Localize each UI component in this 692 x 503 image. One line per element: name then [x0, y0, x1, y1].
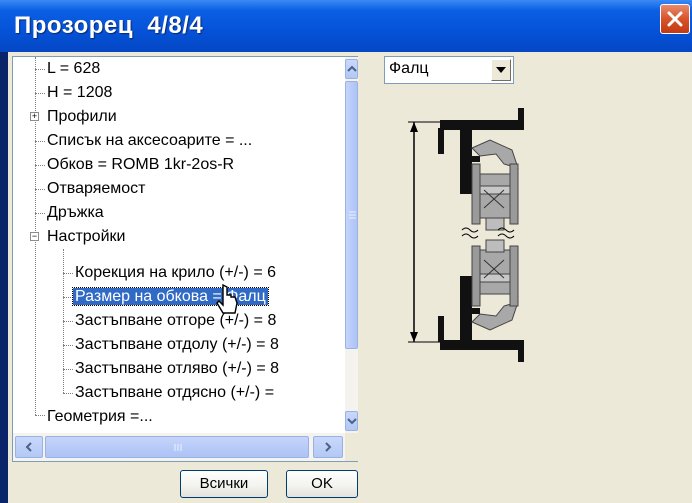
horizontal-scrollbar[interactable] — [13, 433, 345, 461]
grip-icon — [174, 444, 182, 451]
tree-item-label: Геометрия =... — [47, 408, 153, 425]
tree-item-label: Корекция на крило (+/-) = 6 — [75, 264, 277, 281]
tree-line — [35, 141, 45, 142]
tree-item-overlap-top[interactable]: Застъпване отгоре (+/-) = 8 — [73, 309, 278, 333]
tree-line — [63, 345, 73, 346]
ok-button[interactable]: OK — [286, 470, 358, 498]
close-x-icon — [667, 11, 683, 27]
dropdown-button[interactable] — [491, 59, 511, 81]
profile-cross-section — [400, 90, 540, 390]
tree-item-label: Застъпване отдолу (+/-) = 8 — [75, 336, 279, 353]
chevron-down-icon — [346, 418, 357, 425]
tree-line — [63, 297, 73, 298]
tree-item-label: Дръжка — [47, 204, 104, 221]
dialog-window: Прозорец 4/8/4 + − L = 628 H = 1208 Проф… — [0, 0, 692, 503]
tree-line — [35, 213, 45, 214]
dropdown-arrow-icon — [496, 67, 506, 73]
window-title: Прозорец 4/8/4 — [14, 12, 204, 39]
tree-item-geometry[interactable]: Геометрия =... — [45, 405, 155, 429]
tree-view[interactable]: + − L = 628 H = 1208 Профили Списък на а… — [12, 56, 358, 462]
collapse-settings-toggle[interactable]: − — [30, 232, 39, 241]
scroll-right-button[interactable] — [313, 436, 343, 458]
all-button[interactable]: Всички — [180, 470, 268, 498]
expand-profiles-toggle[interactable]: + — [30, 112, 39, 121]
tree-line — [63, 369, 73, 370]
scroll-down-button[interactable] — [345, 411, 358, 431]
tree-item-height[interactable]: H = 1208 — [45, 81, 114, 105]
tree-item-label: Обков = ROMB 1kr-2os-R — [47, 156, 235, 173]
tree-item-handle[interactable]: Дръжка — [45, 201, 106, 225]
tree-line — [63, 273, 73, 274]
tree-item-label: Застъпване отгоре (+/-) = 8 — [75, 312, 277, 329]
window-profile-drawing — [408, 108, 524, 362]
scroll-thumb-vertical[interactable] — [345, 81, 358, 349]
tree-line — [63, 393, 73, 394]
tree-item-settings[interactable]: Настройки — [45, 225, 127, 249]
tree-item-label: Профили — [47, 108, 117, 125]
tree-item-label: H = 1208 — [47, 84, 113, 101]
scroll-up-button[interactable] — [345, 59, 358, 79]
tree-line — [63, 321, 73, 322]
tree-content: + − L = 628 H = 1208 Профили Списък на а… — [13, 57, 345, 433]
tree-item-profiles[interactable]: Профили — [45, 105, 119, 129]
tree-item-hardware[interactable]: Обков = ROMB 1kr-2os-R — [45, 153, 236, 177]
tree-item-overlap-bottom[interactable]: Застъпване отдолу (+/-) = 8 — [73, 333, 281, 357]
hardware-size-select[interactable]: Фалц — [384, 56, 514, 84]
chevron-up-icon — [346, 65, 357, 72]
tree-line — [35, 165, 45, 166]
tree-item-label: Списък на аксесоарите = ... — [47, 132, 253, 149]
chevron-left-icon — [25, 442, 32, 452]
tree-item-label: Настройки — [47, 228, 126, 245]
grip-icon — [349, 211, 356, 219]
vertical-scrollbar[interactable] — [345, 57, 358, 433]
tree-item-overlap-right[interactable]: Застъпване отдясно (+/-) = — [73, 381, 276, 405]
title-bar[interactable]: Прозорец 4/8/4 — [0, 0, 692, 52]
chevron-right-icon — [325, 442, 332, 452]
tree-item-label: Застъпване отдясно (+/-) = — [75, 384, 275, 401]
tree-item-accessories[interactable]: Списък на аксесоарите = ... — [45, 129, 254, 153]
tree-item-sash-correction[interactable]: Корекция на крило (+/-) = 6 — [73, 261, 278, 285]
tree-line — [35, 415, 45, 416]
scrollbar-corner — [345, 433, 358, 461]
tree-line — [35, 69, 45, 70]
tree-item-label: L = 628 — [47, 60, 101, 77]
tree-line — [35, 93, 45, 94]
tree-item-opening[interactable]: Отваряемост — [45, 177, 148, 201]
scroll-thumb-horizontal[interactable] — [45, 436, 309, 458]
tree-line — [35, 189, 45, 190]
close-button[interactable] — [660, 4, 690, 34]
tree-item-length[interactable]: L = 628 — [45, 57, 102, 81]
tree-item-overlap-left[interactable]: Застъпване отляво (+/-) = 8 — [73, 357, 281, 381]
mouse-pointer-icon — [216, 283, 238, 314]
tree-item-label: Застъпване отляво (+/-) = 8 — [75, 360, 280, 377]
select-value: Фалц — [389, 60, 429, 77]
scroll-left-button[interactable] — [15, 436, 43, 458]
tree-item-label: Отваряемост — [47, 180, 146, 197]
